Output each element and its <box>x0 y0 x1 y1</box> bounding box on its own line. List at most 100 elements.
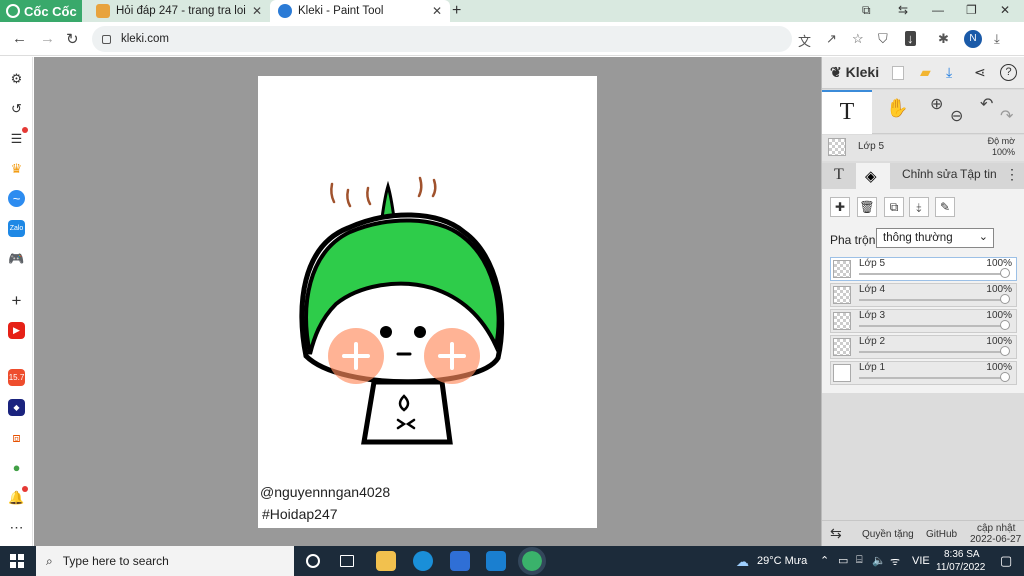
plus-icon[interactable]: + <box>8 292 25 309</box>
minimize-button[interactable]: — <box>932 3 944 17</box>
taskbar-search[interactable]: ⌕ Type here to search <box>36 546 294 576</box>
layer-item[interactable]: Lớp 4 100% <box>830 283 1017 307</box>
more-icon[interactable]: ⋯ <box>8 519 25 536</box>
forward-button[interactable]: → <box>40 30 55 47</box>
duplicate-layer-icon[interactable]: ⧉ <box>884 197 904 217</box>
volume-icon[interactable]: 🔈 <box>872 554 886 567</box>
downloads-icon[interactable]: ⤓ <box>994 31 1000 47</box>
tray-chevron-icon[interactable]: ⌃ <box>820 554 829 567</box>
opacity-slider[interactable] <box>859 351 1005 353</box>
zalo-icon[interactable]: Zalo <box>8 220 25 237</box>
share-icon[interactable]: ↗ <box>826 31 837 47</box>
slider-knob[interactable] <box>1000 268 1010 278</box>
gamepad-icon[interactable]: 🎮 <box>8 250 25 267</box>
tab-kleki[interactable]: Kleki - Paint Tool ✕ <box>270 0 450 22</box>
layer-item[interactable]: Lớp 2 100% <box>830 335 1017 359</box>
slider-knob[interactable] <box>1000 372 1010 382</box>
share-icon[interactable]: ⋖ <box>974 64 986 81</box>
merge-layer-icon[interactable]: ⤈ <box>909 197 929 217</box>
delete-layer-icon[interactable]: 🗑 <box>857 197 877 217</box>
tab-text-tool[interactable]: T <box>834 166 844 184</box>
address-bar[interactable]: kleki.com <box>92 26 792 52</box>
zoom-out-icon[interactable]: ⊖ <box>950 106 963 126</box>
profile-avatar[interactable]: N <box>964 30 982 48</box>
tab-edit[interactable]: Chỉnh sửa <box>902 168 958 181</box>
zoom-in-icon[interactable]: ⊕ <box>930 94 943 114</box>
reload-button[interactable]: ↻ <box>66 30 79 48</box>
screenshot-icon[interactable]: ⧉ <box>862 3 871 18</box>
drawing-canvas[interactable]: @nguyennngan4028 #Hoidap247 <box>258 76 597 528</box>
opacity-slider[interactable] <box>859 299 1005 301</box>
opacity-slider[interactable] <box>859 273 1005 275</box>
clock-date[interactable]: 11/07/2022 <box>936 562 985 573</box>
game-app-icon[interactable]: ◆ <box>8 399 25 416</box>
close-window-button[interactable]: ✕ <box>1000 3 1010 17</box>
translate-icon[interactable]: 文 <box>798 31 811 50</box>
download-icon[interactable]: ↓ <box>905 31 916 46</box>
youtube-icon[interactable]: ▶ <box>8 322 25 339</box>
kleki-logo[interactable]: ❦ Kleki <box>830 64 879 81</box>
weather-text[interactable]: 29°C Mưa <box>757 555 807 567</box>
slider-knob[interactable] <box>1000 294 1010 304</box>
slider-knob[interactable] <box>1000 320 1010 330</box>
bookmark-star-icon[interactable]: ☆ <box>852 31 864 47</box>
shopee-icon[interactable]: 15.7 <box>8 369 25 386</box>
tab-file[interactable]: Tập tin <box>960 168 1000 181</box>
folder-icon[interactable]: ▰ <box>920 64 931 81</box>
text-tool-button[interactable]: T <box>822 90 872 134</box>
swap-icon[interactable]: ⇆ <box>830 525 842 542</box>
crown-icon[interactable]: ♛ <box>8 160 25 177</box>
rename-layer-icon[interactable]: ✎ <box>935 197 955 217</box>
help-icon[interactable]: ? <box>1000 64 1017 81</box>
add-layer-icon[interactable]: ✚ <box>830 197 850 217</box>
gear-icon[interactable]: ⚙ <box>8 70 25 87</box>
tab-hoidap[interactable]: Hỏi đáp 247 - trang tra loi ✕ <box>88 0 270 22</box>
file-explorer-icon[interactable] <box>376 551 396 571</box>
close-icon[interactable]: ✕ <box>432 4 442 18</box>
update-date[interactable]: 2022-06-27 <box>970 534 1021 545</box>
blend-mode-select[interactable]: thông thường ⌄ <box>876 228 994 248</box>
slider-knob[interactable] <box>1000 346 1010 356</box>
privacy-link[interactable]: Quyền tặng <box>862 529 914 540</box>
location-icon[interactable]: ● <box>8 459 25 476</box>
shield-icon[interactable]: ⛉ <box>878 31 888 47</box>
opacity-slider[interactable] <box>859 325 1005 327</box>
notification-center-icon[interactable]: ▢ <box>1000 553 1012 569</box>
download-icon[interactable]: ⤓ <box>946 64 952 81</box>
redo-icon[interactable]: ↷ <box>1000 106 1013 126</box>
coccoc-taskbar-icon[interactable] <box>518 547 546 575</box>
hand-tool-icon[interactable]: ✋ <box>886 98 908 119</box>
new-file-icon[interactable] <box>892 66 904 80</box>
edge-icon[interactable] <box>413 551 433 571</box>
battery-icon[interactable]: ▭ <box>838 554 848 567</box>
github-link[interactable]: GitHub <box>926 529 957 540</box>
layer-item[interactable]: Lớp 3 100% <box>830 309 1017 333</box>
store-icon[interactable] <box>450 551 470 571</box>
more-vertical-icon[interactable]: ⋮ <box>1005 166 1019 183</box>
back-button[interactable]: ← <box>12 30 27 47</box>
clock-time[interactable]: 8:36 SA <box>944 549 980 560</box>
task-view-icon[interactable] <box>340 555 354 567</box>
extensions-icon[interactable]: ✱ <box>938 31 949 47</box>
coccoc-brand[interactable]: Cốc Cốc <box>0 0 82 22</box>
messenger-icon[interactable]: ~ <box>8 190 25 207</box>
undo-icon[interactable]: ↶ <box>980 94 993 114</box>
lazada-icon[interactable]: ⧈ <box>8 429 25 446</box>
restore-button[interactable]: ❐ <box>966 3 977 17</box>
layer-item[interactable]: Lớp 5 100% <box>830 257 1017 281</box>
cortana-icon[interactable] <box>306 554 320 568</box>
history-icon[interactable]: ↺ <box>8 100 25 117</box>
close-icon[interactable]: ✕ <box>252 4 262 18</box>
network-icon[interactable]: ⌸ <box>856 554 863 567</box>
new-tab-button[interactable]: + <box>452 2 461 20</box>
sync-icon[interactable]: ⇆ <box>898 3 908 17</box>
windows-start-icon[interactable] <box>10 554 24 568</box>
wifi-icon[interactable]: ᯤ <box>890 554 900 569</box>
opacity-slider[interactable] <box>859 377 1005 379</box>
mail-icon[interactable] <box>486 551 506 571</box>
drawing-workspace[interactable]: @nguyennngan4028 #Hoidap247 <box>34 57 821 546</box>
signature-username: @nguyennngan4028 <box>260 484 391 500</box>
tab-layers[interactable]: ◈ <box>856 163 890 189</box>
layer-item[interactable]: Lớp 1 100% <box>830 361 1017 385</box>
language-indicator[interactable]: VIE <box>912 555 930 567</box>
